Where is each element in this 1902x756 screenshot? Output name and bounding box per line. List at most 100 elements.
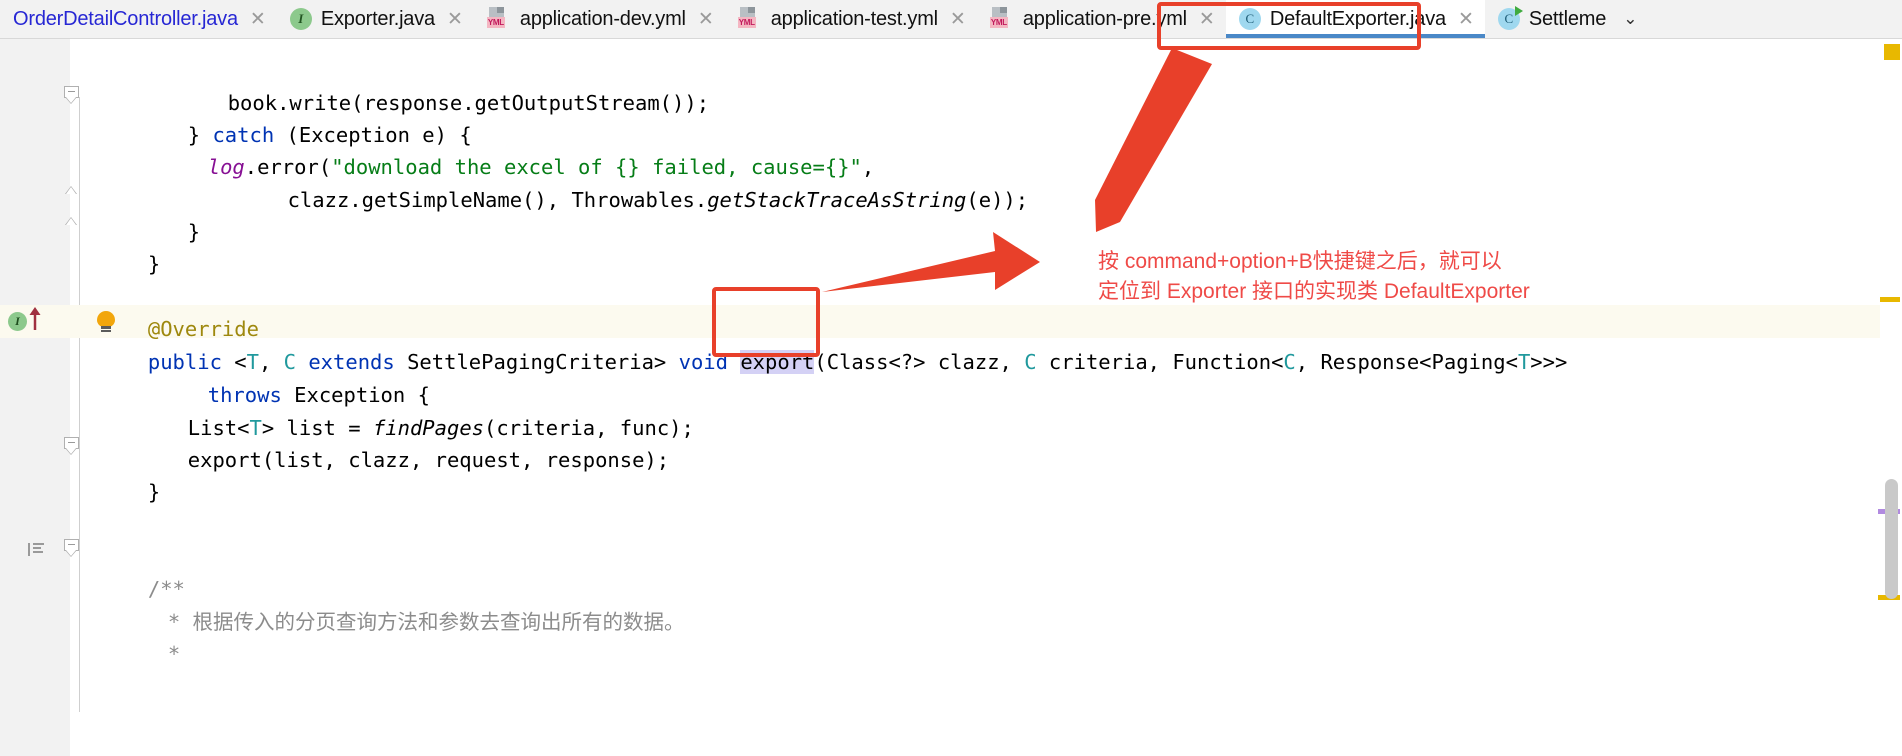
editor-tab-bar: OrderDetailController.java ✕ I Exporter.… [0,0,1902,39]
code-token: (e)); [966,188,1029,212]
tab-label: application-pre.yml [1022,7,1187,30]
code-token: getStackTraceAsString [707,188,967,212]
editor-marker-bar[interactable] [1878,39,1902,756]
class-icon: C [1238,8,1261,30]
tab-label: DefaultExporter.java [1269,7,1446,30]
code-token: catch [212,123,275,147]
tab-Exporter[interactable]: I Exporter.java ✕ [276,0,474,38]
marker-warning[interactable] [1884,44,1900,60]
code-token: .error( [244,155,332,179]
fold-marker-icon[interactable] [64,437,80,456]
code-token: clazz.getSimpleName(), Throwables. [287,188,708,212]
code-line: } catch (Exception e) { [188,119,472,151]
code-token: C [1024,350,1049,374]
code-line: public <T, C extends SettlePagingCriteri… [148,346,1567,378]
yml-file-icon: YML [737,7,762,31]
tab-label: Exporter.java [320,7,435,30]
code-token: >>> [1530,350,1568,374]
code-editor[interactable]: I book.write(response.getOutputStream())… [0,39,1902,756]
code-line: log.error("download the excel of {} fail… [208,151,875,183]
yml-badge: YML [989,17,1008,28]
code-token: } [147,480,161,504]
tab-OrderDetailController[interactable]: OrderDetailController.java ✕ [0,0,277,38]
code-token: * [167,642,181,666]
close-icon[interactable]: ✕ [698,9,714,29]
code-token: (criteria, func); [484,416,694,440]
code-token: @Override [147,317,259,341]
code-token: < [234,350,247,374]
class-run-icon: C [1497,6,1523,30]
code-token: (Exception e) { [274,123,472,147]
code-line: } [188,216,200,248]
code-token: void [678,350,741,374]
close-icon[interactable]: ✕ [1458,9,1474,29]
tab-application-test-yml[interactable]: YML application-test.yml ✕ [724,0,977,38]
chevron-down-icon[interactable]: ⌄ [1617,0,1651,38]
fold-marker-icon[interactable] [64,86,80,105]
tab-label: Settleme [1528,7,1607,30]
code-line: export(list, clazz, request, response); [188,444,669,476]
code-token: > list = [261,416,373,440]
code-line: throws Exception { [208,379,430,411]
code-line: clazz.getSimpleName(), Throwables.getSta… [288,184,1029,216]
code-token: book.write(response.getOutputStream()); [227,91,710,115]
fold-marker-icon[interactable] [64,539,80,558]
code-token: } [147,252,161,276]
code-token: * 根据传入的分页查询方法和参数去查询出所有的数据。 [167,610,685,634]
code-line: * 根据传入的分页查询方法和参数去查询出所有的数据。 [168,606,685,638]
close-icon[interactable]: ✕ [250,9,266,29]
yml-badge: YML [737,17,756,28]
tab-label: application-dev.yml [519,7,686,30]
implementing-method-icon[interactable]: I [8,312,27,331]
code-line: /** [148,573,185,605]
code-token: export(list, clazz, request, response); [187,448,670,472]
marker-warning-2[interactable] [1880,297,1900,302]
code-token: criteria, Function< [1048,350,1284,374]
annotation-line-1: 按 command+option+B快捷键之后，就可以 [1098,250,1502,273]
code-folding-strip[interactable] [70,39,88,756]
code-line: book.write(response.getOutputStream()); [228,87,709,119]
code-token: , Response<Paging< [1295,350,1518,374]
code-token: "download the excel of {} failed, cause=… [331,155,862,179]
yml-badge: YML [486,17,505,28]
tab-DefaultExporter[interactable]: C DefaultExporter.java ✕ [1225,0,1485,38]
code-token: T [246,350,259,374]
close-icon[interactable]: ✕ [1199,9,1215,29]
close-icon[interactable]: ✕ [950,9,966,29]
tab-application-pre-yml[interactable]: YML application-pre.yml ✕ [976,0,1226,38]
code-token: C [1283,350,1296,374]
close-icon[interactable]: ✕ [447,9,463,29]
code-token: Exception { [294,383,430,407]
tab-label: OrderDetailController.java [13,7,238,30]
code-token: SettlePagingCriteria> [407,350,679,374]
code-token: public [147,350,235,374]
override-arrow-icon [29,307,41,330]
code-content[interactable]: book.write(response.getOutputStream());}… [88,39,1902,756]
code-token: , [258,350,284,374]
code-line: * [168,638,180,670]
tab-Settleme[interactable]: C Settleme [1484,0,1618,38]
code-token: extends [308,350,408,374]
code-token: log [207,155,245,179]
code-line: List<T> list = findPages(criteria, func)… [188,412,694,444]
code-token: T [249,416,262,440]
annotation-line-2: 定位到 Exporter 接口的实现类 DefaultExporter [1098,280,1530,303]
editor-gutter[interactable] [0,39,70,756]
code-token: , [861,155,875,179]
yml-file-icon: YML [486,7,511,31]
vertical-scrollbar-thumb[interactable] [1885,479,1898,599]
code-line: @Override [148,313,259,345]
selected-token: export [740,350,815,374]
code-token: T [1517,350,1531,374]
fold-marker-end-icon[interactable] [64,217,80,236]
code-token: } [187,220,201,244]
code-token: C [283,350,309,374]
tab-label: application-test.yml [770,7,938,30]
code-line: } [148,248,160,280]
javadoc-render-icon[interactable] [28,542,46,557]
fold-marker-end-icon[interactable] [64,186,80,205]
code-token: } [187,123,213,147]
code-token: findPages [372,416,485,440]
code-token: /** [147,577,185,601]
tab-application-dev-yml[interactable]: YML application-dev.yml ✕ [473,0,725,38]
